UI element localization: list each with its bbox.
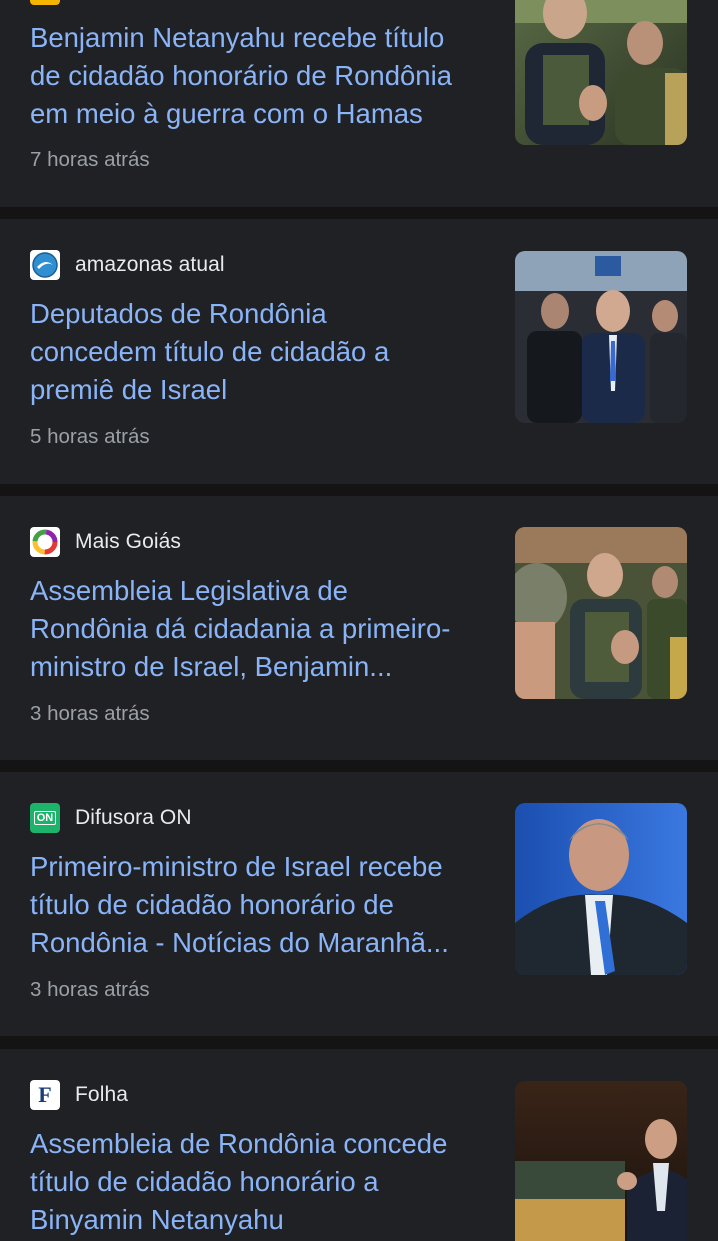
news-source: ON Difusora ON [30, 802, 192, 834]
news-source-name: Mais Goiás [75, 530, 182, 553]
news-card[interactable]: Mais Goiás Assembleia Legislativa de Ron… [0, 496, 718, 760]
news-source: F Folha [30, 1079, 128, 1111]
news-card[interactable]: Benjamin Netanyahu recebe título de cida… [0, 0, 718, 207]
news-card[interactable]: ON Difusora ON Primeiro-ministro de Isra… [0, 772, 718, 1036]
news-headline[interactable]: Assembleia Legislativa de Rondônia dá ci… [30, 572, 492, 686]
partial-yellow-favicon-icon [30, 0, 60, 5]
news-headline[interactable]: Assembleia de Rondônia concede título de… [30, 1125, 492, 1239]
folha-favicon-icon: F [30, 1080, 60, 1110]
amazonas-atual-favicon-icon [30, 250, 60, 280]
netanyahu-with-soldiers-photo[interactable] [515, 0, 687, 145]
mais-goias-favicon-icon [30, 527, 60, 557]
news-source: amazonas atual [30, 249, 225, 281]
news-headline[interactable]: Primeiro-ministro de Israel recebe títul… [30, 848, 492, 962]
netanyahu-soldiers-helmet-photo[interactable] [515, 527, 687, 699]
news-headline[interactable]: Deputados de Rondônia concedem título de… [30, 295, 492, 409]
news-timestamp: 5 horas atrás [30, 425, 150, 448]
news-source: Mais Goiás [30, 526, 181, 558]
news-headline[interactable]: Benjamin Netanyahu recebe título de cida… [30, 19, 492, 133]
news-feed: Benjamin Netanyahu recebe título de cida… [0, 0, 718, 1241]
news-source-name: Folha [75, 1083, 129, 1106]
news-source-name: amazonas atual [75, 253, 225, 276]
netanyahu-portrait-blue-background-photo[interactable] [515, 803, 687, 975]
difusora-on-favicon-icon: ON [30, 803, 60, 833]
news-source-name: Difusora ON [75, 806, 192, 829]
netanyahu-suit-crowd-photo[interactable] [515, 251, 687, 423]
news-card[interactable]: amazonas atual Deputados de Rondônia con… [0, 219, 718, 484]
news-card[interactable]: F Folha Assembleia de Rondônia concede t… [0, 1049, 718, 1241]
netanyahu-podium-speech-photo[interactable] [515, 1081, 687, 1241]
news-timestamp: 3 horas atrás [30, 702, 150, 725]
news-timestamp: 7 horas atrás [30, 148, 150, 171]
news-timestamp: 3 horas atrás [30, 978, 150, 1001]
